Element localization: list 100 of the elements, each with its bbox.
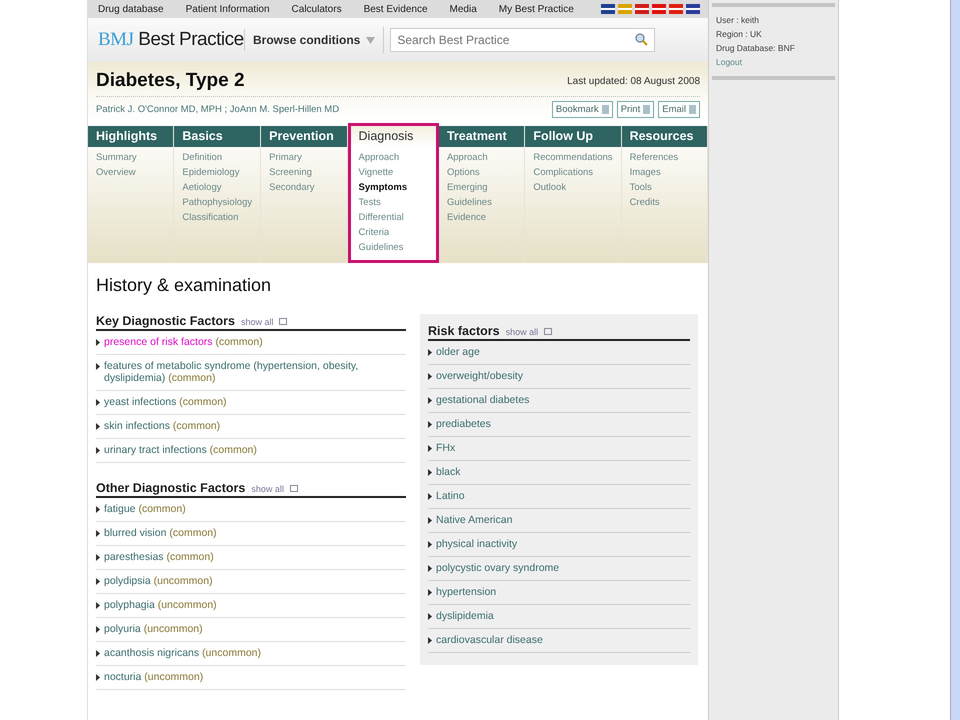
factor-link[interactable]: fatigue (common) (104, 503, 186, 515)
menu-link[interactable]: Approach (358, 151, 428, 164)
logout-link[interactable]: Logout (712, 55, 835, 69)
triangle-icon (428, 349, 432, 356)
menu-link[interactable]: Options (446, 166, 516, 179)
menu-link[interactable]: Recommendations (533, 151, 613, 164)
scrollbar[interactable] (950, 0, 960, 720)
risk-factor-link[interactable]: prediabetes (436, 418, 491, 430)
factor-link[interactable]: features of metabolic syndrome (hypertension, obesity, dyslipidemia) (common) (104, 360, 406, 384)
risk-factor-link[interactable]: FHx (436, 442, 456, 454)
triangle-icon (428, 637, 432, 644)
factor-link[interactable]: urinary tract infections (common) (104, 444, 257, 456)
window-icon (279, 318, 288, 324)
menu-link[interactable]: Secondary (269, 181, 339, 194)
triangle-icon (428, 469, 432, 476)
menu-link[interactable]: Tools (630, 181, 699, 194)
risk-factor-link[interactable]: cardiovascular disease (436, 634, 543, 646)
menu-link[interactable]: Complications (533, 166, 613, 179)
menu-tab[interactable]: Follow Up (525, 126, 621, 147)
triangle-icon (96, 602, 100, 609)
menu-link[interactable]: References (630, 151, 699, 164)
authors: Patrick J. O'Connor MD, MPH ; JoAnn M. Sperl-Hillen MD (96, 104, 340, 114)
risk-factor-link[interactable]: physical inactivity (436, 538, 518, 550)
factor-link[interactable]: blurred vision (common) (104, 527, 217, 539)
user-info: Region : UK (715, 28, 763, 41)
factor-link[interactable]: polydipsia (uncommon) (104, 575, 213, 587)
triangle-icon (96, 578, 100, 585)
menu-link[interactable]: Definition (182, 151, 252, 164)
menu-link[interactable]: Epidemiology (182, 166, 252, 179)
menu-link[interactable]: Vignette (358, 166, 428, 179)
menu-link[interactable]: Aetiology (182, 181, 252, 194)
menu-link[interactable]: Criteria (358, 226, 428, 239)
factor-link[interactable]: skin infections (common) (104, 420, 220, 432)
menu-tab[interactable]: Resources (622, 126, 707, 147)
menu-link[interactable]: Primary (269, 151, 339, 164)
factor-link[interactable]: polyuria (uncommon) (104, 623, 203, 635)
flag-icon[interactable] (652, 4, 666, 14)
factor-link[interactable]: nocturia (uncommon) (104, 671, 204, 683)
last-updated: Last updated: 08 August 2008 (567, 76, 700, 86)
top-nav-link[interactable]: Calculators (292, 4, 342, 14)
top-nav-link[interactable]: Media (450, 4, 477, 14)
top-nav-link[interactable]: Patient Information (186, 4, 270, 14)
risk-factor-link[interactable]: hypertension (436, 586, 496, 598)
menu-link[interactable]: Summary (96, 151, 166, 164)
risk-factor-link[interactable]: black (436, 466, 461, 478)
risk-factor-link[interactable]: overweight/obesity (436, 370, 523, 382)
flag-icon[interactable] (635, 4, 649, 14)
flag-icon[interactable] (686, 4, 700, 14)
menu-tab[interactable]: Basics (174, 126, 260, 147)
top-nav-link[interactable]: My Best Practice (498, 4, 574, 14)
action-button[interactable]: Bookmark (552, 100, 613, 118)
menu-link[interactable]: Outlook (533, 181, 613, 194)
menu-link[interactable]: Classification (182, 211, 252, 224)
menu-tab[interactable]: Diagnosis (350, 126, 436, 147)
menu-link[interactable]: Overview (96, 166, 166, 179)
action-button[interactable]: Print (616, 100, 654, 118)
menu-link[interactable]: Symptoms (358, 181, 428, 194)
flag-icon[interactable] (601, 4, 615, 14)
menu-tab[interactable]: Prevention (261, 126, 347, 147)
menu-link[interactable]: Tests (358, 196, 428, 209)
logo[interactable]: BMJ Best Practice (98, 29, 245, 51)
factor-link[interactable]: yeast infections (common) (104, 396, 227, 408)
triangle-icon (428, 493, 432, 500)
search-icon[interactable] (635, 33, 648, 46)
menu-link[interactable]: Guidelines (358, 241, 428, 254)
factor-link[interactable]: polyphagia (uncommon) (104, 599, 217, 611)
menu-link[interactable]: Screening (269, 166, 339, 179)
risk-factor-link[interactable]: dyslipidemia (436, 610, 494, 622)
menu-link[interactable]: Approach (446, 151, 516, 164)
browse-conditions-dropdown[interactable]: Browse conditions (245, 27, 384, 53)
menu-link[interactable]: Differential (358, 211, 428, 224)
menu-tab[interactable]: Highlights (88, 126, 174, 147)
show-all-link[interactable]: show all (506, 327, 538, 337)
search-field[interactable]: Search Best Practice (390, 28, 656, 52)
triangle-icon (96, 423, 100, 430)
show-all-link[interactable]: show all (240, 317, 274, 327)
risk-factor-link[interactable]: Latino (436, 490, 465, 502)
triangle-icon (428, 373, 432, 380)
top-nav-link[interactable]: Drug database (98, 4, 164, 14)
menu-link[interactable]: Guidelines (446, 196, 516, 209)
menu-link[interactable]: Pathophysiology (182, 196, 252, 209)
menu-link[interactable]: Credits (630, 196, 699, 209)
risk-factor-link[interactable]: gestational diabetes (436, 394, 530, 406)
risk-factor-link[interactable]: older age (436, 346, 480, 358)
factor-link[interactable]: paresthesias (common) (104, 551, 214, 563)
risk-factor-link[interactable]: Native American (436, 514, 512, 526)
menu-link[interactable]: Emerging (446, 181, 516, 194)
triangle-icon (428, 397, 432, 404)
action-button[interactable]: Email (658, 100, 700, 118)
factor-link[interactable]: presence of risk factors (common) (104, 336, 263, 348)
factor-link[interactable]: acanthosis nigricans (uncommon) (104, 647, 261, 659)
show-all-link[interactable]: show all (251, 484, 284, 494)
triangle-icon (428, 613, 432, 620)
menu-link[interactable]: Evidence (446, 211, 516, 224)
risk-factor-link[interactable]: polycystic ovary syndrome (436, 562, 560, 574)
top-nav-link[interactable]: Best Evidence (364, 4, 428, 14)
menu-tab[interactable]: Treatment (438, 126, 524, 147)
flag-icon[interactable] (669, 4, 683, 14)
menu-link[interactable]: Images (630, 166, 699, 179)
window-icon (544, 328, 552, 334)
